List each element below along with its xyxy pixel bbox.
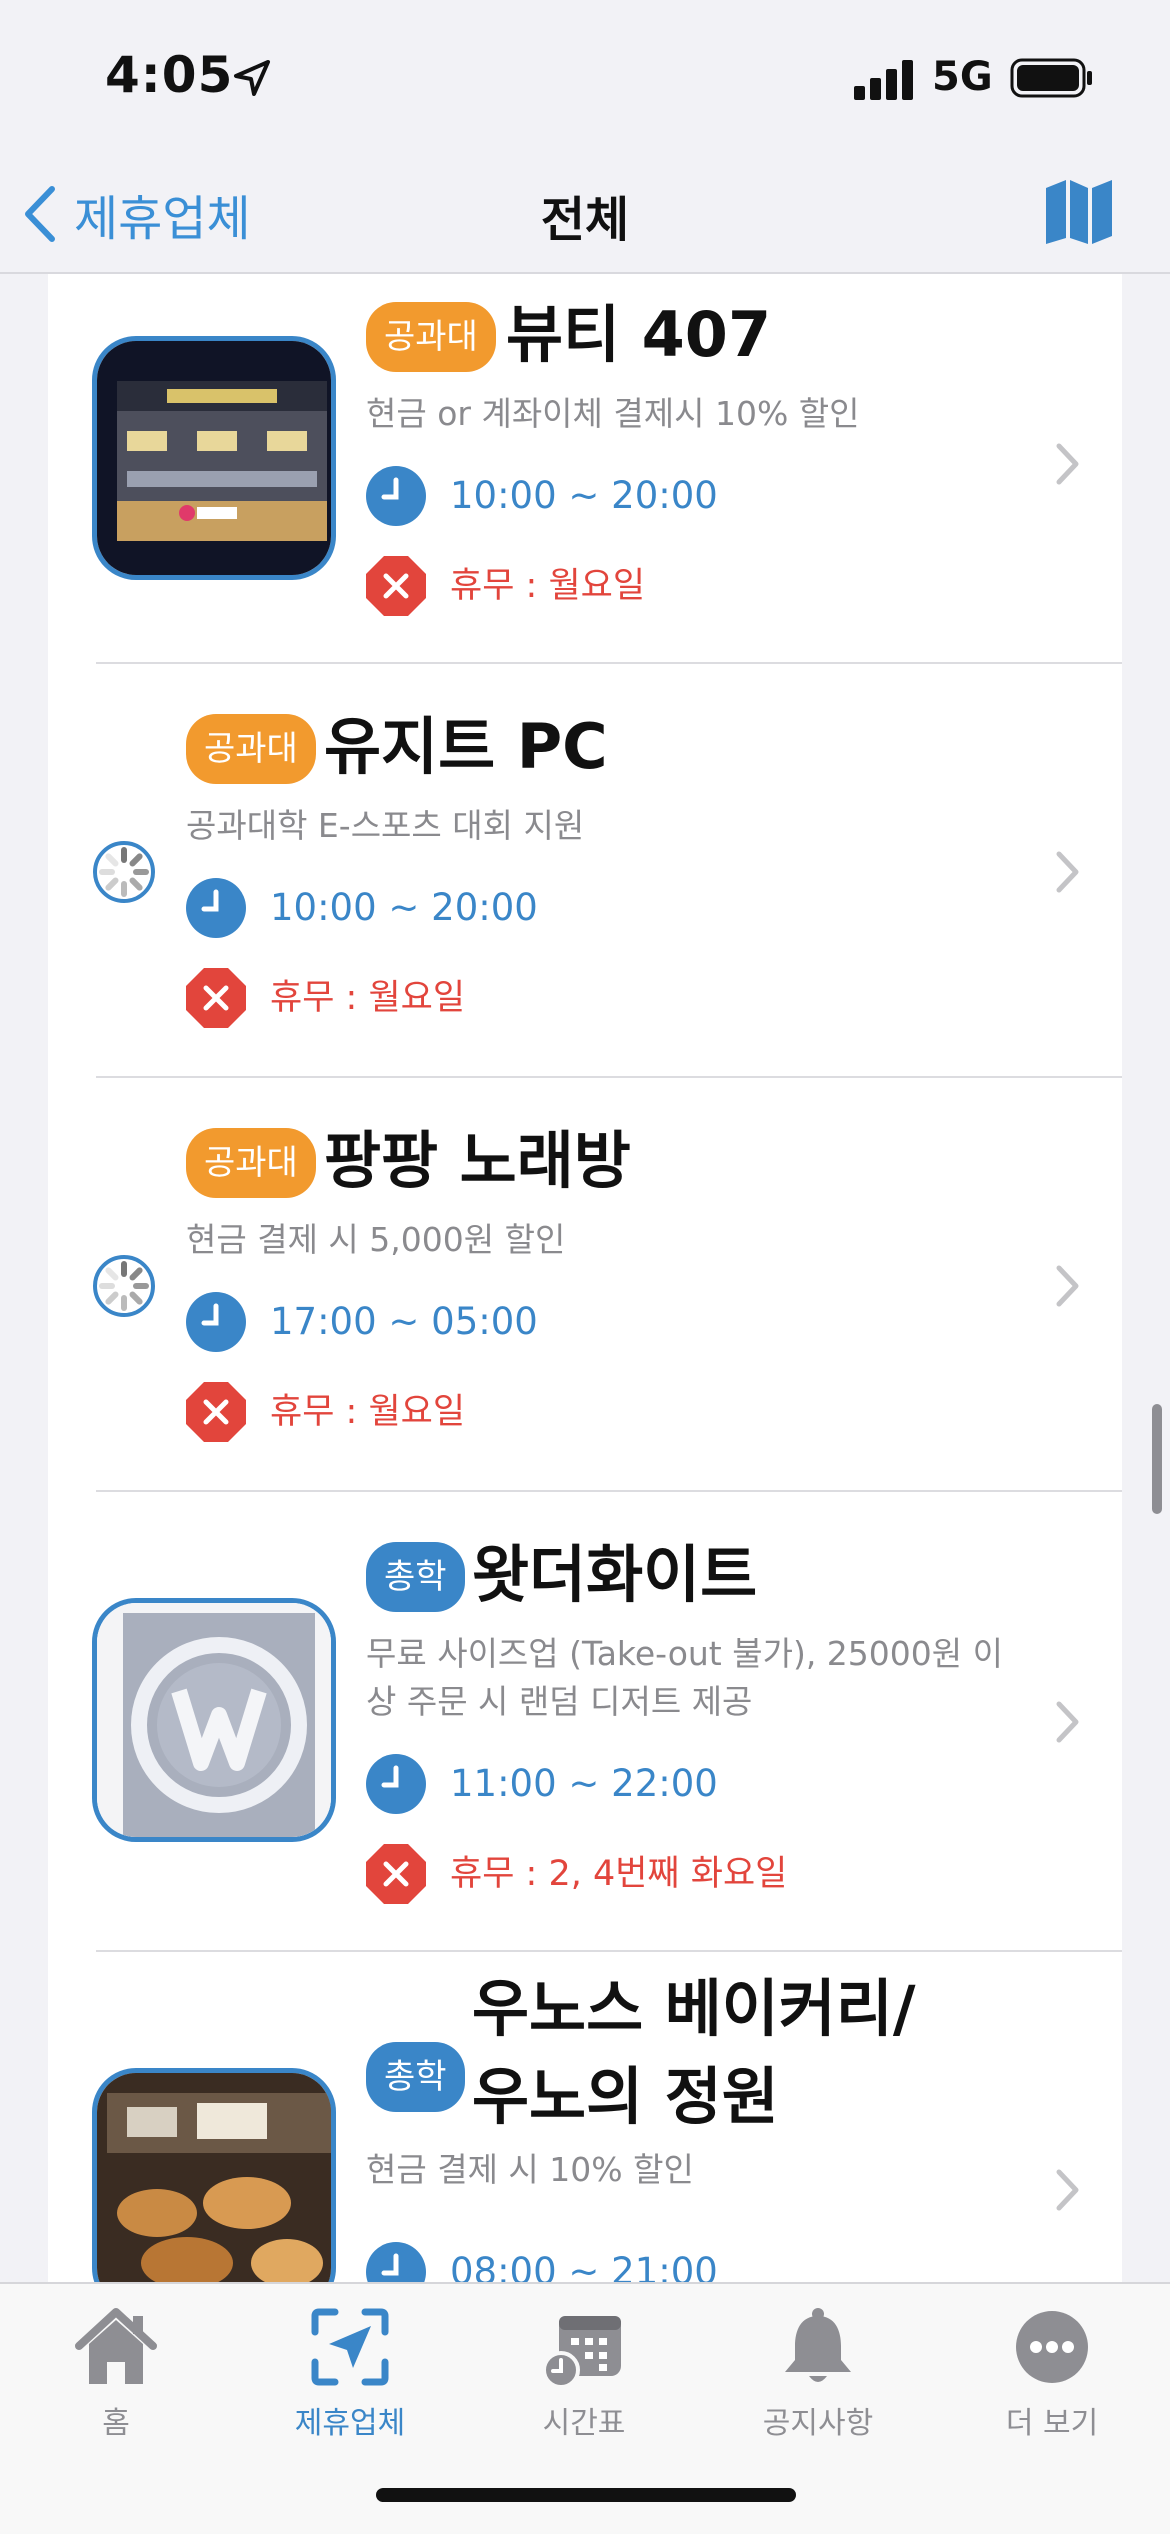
store-photo — [92, 336, 336, 580]
store-benefit: 현금 or 계좌이체 결제시 10% 할인 — [366, 394, 860, 433]
store-name-line-2: 우노의 정원 — [472, 2060, 779, 2133]
clock-icon — [366, 2242, 426, 2282]
list-item[interactable]: 공과대 팡팡 노래방 현금 결제 시 5,000원 할인 17:00 ~ 05:… — [48, 1078, 1122, 1492]
closed-day: 휴무 : 월요일 — [450, 566, 646, 606]
category-badge: 총학 — [366, 2042, 465, 2112]
home-icon — [75, 2308, 157, 2384]
closed-day-icon — [366, 556, 426, 616]
tab-label: 제휴업체 — [294, 2406, 406, 2441]
closed-day-icon — [186, 1382, 246, 1442]
tab-label: 시간표 — [542, 2406, 626, 2441]
store-name: 유지트 PC — [324, 710, 608, 783]
closed-day: 휴무 : 월요일 — [270, 1392, 466, 1432]
closed-day: 휴무 : 월요일 — [270, 978, 466, 1018]
list-item[interactable]: 공과대 유지트 PC 공과대학 E-스포츠 대회 지원 10:00 ~ 20:0… — [48, 664, 1122, 1078]
store-name: 왓더화이트 — [472, 1538, 758, 1611]
partner-list: 공과대 뷰티 407 현금 or 계좌이체 결제시 10% 할인 10:00 ~… — [48, 274, 1122, 2282]
page-title: 전체 — [540, 192, 630, 248]
category-badge: 공과대 — [366, 302, 496, 372]
scrollbar[interactable] — [1152, 1404, 1162, 1514]
status-bar: 4:05 5G — [0, 0, 1170, 160]
clock-icon — [186, 878, 246, 938]
chevron-right-icon — [1056, 851, 1079, 893]
category-badge: 공과대 — [186, 1128, 316, 1198]
chevron-right-icon — [1056, 443, 1079, 485]
store-name: 팡팡 노래방 — [324, 1124, 631, 1197]
tab-partners[interactable]: 제휴업체 — [250, 2302, 450, 2442]
chevron-right-icon — [1056, 1265, 1079, 1307]
business-hours: 11:00 ~ 22:00 — [450, 1762, 718, 1805]
chevron-right-icon — [1056, 1701, 1079, 1743]
tab-home[interactable]: 홈 — [16, 2302, 216, 2442]
list-item[interactable]: 총학 왓더화이트 무료 사이즈업 (Take-out 불가), 25000원 이… — [48, 1492, 1122, 1952]
list-item[interactable]: 총학 우노스 베이커리/ 우노의 정원 현금 결제 시 10% 할인 08:00… — [48, 1952, 1122, 2282]
signal-icon — [854, 60, 913, 100]
store-name-line-1: 우노스 베이커리/ — [472, 1972, 916, 2045]
clock-icon — [366, 1754, 426, 1814]
business-hours: 17:00 ~ 05:00 — [270, 1300, 538, 1343]
home-indicator[interactable] — [376, 2488, 796, 2502]
tab-label: 홈 — [102, 2406, 130, 2441]
category-badge: 공과대 — [186, 714, 316, 784]
loading-spinner-icon — [93, 841, 155, 903]
tab-notices[interactable]: 공지사항 — [718, 2302, 918, 2442]
more-icon — [1016, 2311, 1088, 2383]
chevron-right-icon — [1056, 2169, 1079, 2211]
store-photo — [92, 2068, 336, 2282]
partner-map-icon — [311, 2308, 389, 2386]
timetable-icon — [542, 2316, 621, 2389]
store-benefit: 무료 사이즈업 (Take-out 불가), 25000원 이상 주문 시 랜덤… — [366, 1634, 1003, 1721]
loading-spinner-icon — [93, 1255, 155, 1317]
location-arrow-icon — [234, 60, 270, 96]
store-photo — [92, 1598, 336, 1842]
category-badge: 총학 — [366, 1542, 465, 1612]
clock-icon — [366, 466, 426, 526]
store-name: 뷰티 407 — [506, 298, 772, 371]
tab-label: 공지사항 — [762, 2406, 874, 2441]
closed-day-icon — [186, 968, 246, 1028]
store-benefit: 공과대학 E-스포츠 대회 지원 — [186, 806, 585, 845]
store-benefit: 현금 결제 시 10% 할인 — [366, 2150, 694, 2189]
closed-day-icon — [366, 1844, 426, 1904]
closed-day: 휴무 : 2, 4번째 화요일 — [450, 1854, 788, 1894]
list-item[interactable]: 공과대 뷰티 407 현금 or 계좌이체 결제시 10% 할인 10:00 ~… — [48, 274, 1122, 664]
battery-icon — [1010, 58, 1092, 98]
tab-timetable[interactable]: 시간표 — [484, 2302, 684, 2442]
tab-more[interactable]: 더 보기 — [952, 2302, 1152, 2442]
network-type: 5G — [932, 54, 993, 100]
business-hours: 10:00 ~ 20:00 — [450, 474, 718, 517]
clock-icon — [186, 1292, 246, 1352]
business-hours: 08:00 ~ 21:00 — [450, 2250, 718, 2282]
business-hours: 10:00 ~ 20:00 — [270, 886, 538, 929]
map-icon[interactable] — [1044, 176, 1114, 246]
bell-icon — [785, 2308, 851, 2382]
navigation-bar: 제휴업체 전체 — [0, 160, 1170, 274]
status-time: 4:05 — [105, 46, 234, 104]
tab-label: 더 보기 — [1005, 2406, 1099, 2441]
store-benefit: 현금 결제 시 5,000원 할인 — [186, 1220, 566, 1259]
